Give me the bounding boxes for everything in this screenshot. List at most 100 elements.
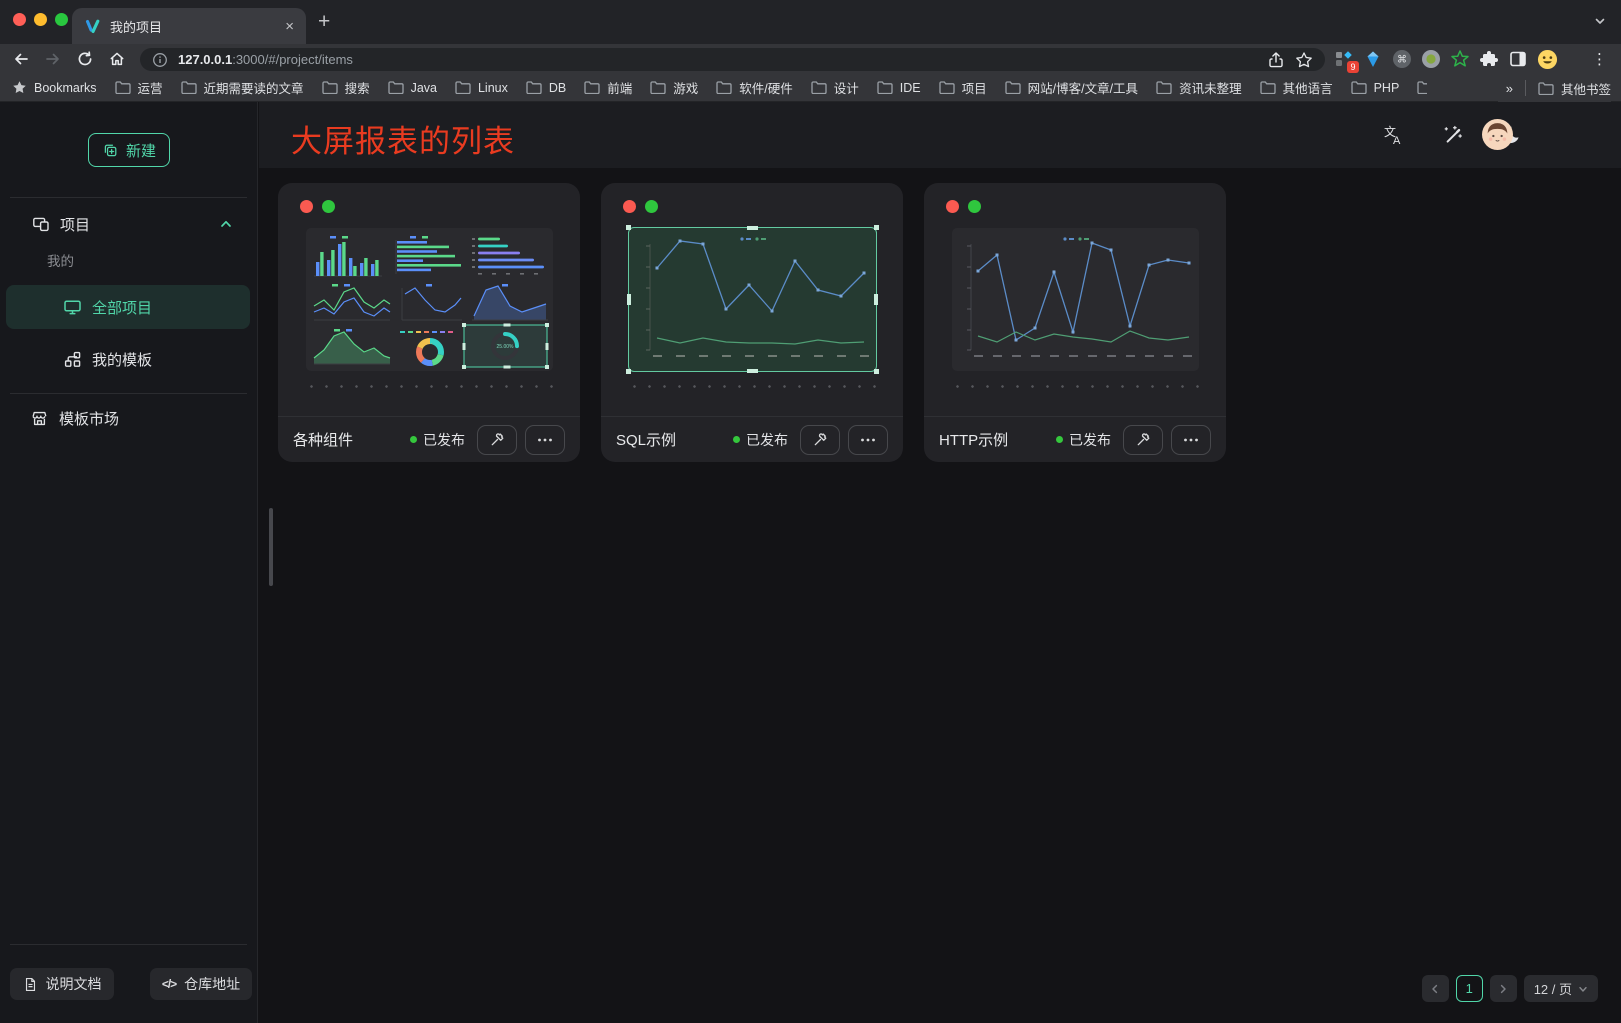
page-size-select[interactable]: 12 / 页 [1524, 975, 1598, 1002]
bookmark-folder[interactable]: 网站/博客/文章/工具 [1005, 78, 1138, 97]
address-bar[interactable]: 127.0.0.1:3000/#/project/items [140, 48, 1325, 71]
next-page-button[interactable] [1490, 975, 1517, 1002]
store-icon [30, 409, 49, 428]
extension-record-icon[interactable] [1421, 49, 1441, 69]
folder-icon [115, 81, 131, 94]
extension-command-icon[interactable]: ⌘ [1392, 49, 1412, 69]
new-tab-button[interactable]: + [318, 10, 330, 34]
bookmark-folder[interactable]: 运营 [115, 78, 163, 97]
bookmark-folder[interactable]: 搜索 [322, 78, 370, 97]
bookmark-folder[interactable]: IDE [877, 78, 921, 97]
bookmark-folder-label: DB [549, 81, 566, 95]
side-panel-icon[interactable] [1508, 49, 1528, 69]
project-card[interactable]: HTTP示例 已发布 [924, 183, 1226, 462]
folder-icon [181, 81, 197, 94]
status-label: 已发布 [423, 430, 465, 450]
project-thumbnail[interactable] [952, 228, 1199, 371]
more-actions-button[interactable] [525, 425, 565, 455]
bookmark-folder[interactable]: 软件/硬件 [716, 78, 792, 97]
scrollbar-thumb[interactable] [269, 508, 273, 586]
back-icon[interactable] [12, 50, 30, 68]
maximize-window-button[interactable] [55, 13, 68, 26]
selection-handle[interactable] [747, 226, 758, 230]
prev-page-button[interactable] [1422, 975, 1449, 1002]
project-card[interactable]: SQL示例 已发布 [601, 183, 903, 462]
bookmarks-root[interactable]: Bookmarks [12, 80, 97, 95]
dotted-separator [627, 385, 877, 388]
project-thumbnail[interactable]: 25.00% [306, 228, 553, 371]
bookmark-folder[interactable]: PHP [1351, 78, 1400, 97]
extension-gem-icon[interactable] [1363, 49, 1383, 69]
selection-handle[interactable] [626, 369, 631, 374]
selection-handle[interactable] [627, 294, 631, 305]
extension-green-star-icon[interactable] [1450, 49, 1470, 69]
current-page[interactable]: 1 [1456, 975, 1483, 1002]
bookmarks-overflow-icon[interactable]: » [1506, 81, 1513, 96]
selection-handle[interactable] [747, 369, 758, 373]
sidebar-divider [10, 393, 247, 394]
profile-emoji-avatar[interactable] [1537, 49, 1558, 70]
bookmark-folder[interactable]: DB [526, 78, 566, 97]
minimize-window-button[interactable] [34, 13, 47, 26]
bookmark-folder[interactable]: 项目 [939, 78, 987, 97]
edit-project-button[interactable] [1123, 425, 1163, 455]
bookmark-folder[interactable]: 游戏 [650, 78, 698, 97]
sidebar-section-project[interactable]: 项目 [0, 208, 257, 240]
browser-menu-icon[interactable]: ⋮ [1592, 44, 1608, 74]
bookmark-star-icon[interactable] [1295, 51, 1313, 69]
card-footer: 各种组件 已发布 [278, 416, 580, 462]
docs-button[interactable]: 说明文档 [10, 968, 114, 1000]
bookmark-folder[interactable]: 资讯未整理 [1156, 78, 1242, 97]
magic-wand-icon[interactable] [1441, 124, 1463, 146]
bookmark-folder[interactable]: 其他语言 [1260, 78, 1333, 97]
close-window-button[interactable] [13, 13, 26, 26]
sidebar-item-my-templates[interactable]: 我的模板 [6, 337, 250, 381]
bookmark-folder[interactable]: 前端 [584, 78, 632, 97]
sidebar-item-template-market[interactable]: 模板市场 [0, 402, 257, 434]
reload-icon[interactable] [76, 50, 94, 68]
selection-handle[interactable] [874, 369, 879, 374]
status-badge: 已发布 [733, 430, 788, 450]
translate-icon[interactable]: 文 A [1381, 123, 1405, 147]
red-dot [946, 200, 959, 213]
selection-handle[interactable] [874, 225, 879, 230]
bookmark-folder-label: 搜索 [345, 78, 370, 97]
extensions-puzzle-icon[interactable] [1479, 49, 1499, 69]
bookmark-folder[interactable]: 文件服务器 [1417, 78, 1427, 97]
hammer-icon [812, 431, 829, 448]
bookmark-folder[interactable]: Linux [455, 78, 508, 97]
user-avatar[interactable] [1482, 119, 1513, 150]
browser-tab[interactable]: 我的项目 × [72, 8, 306, 44]
chevron-up-icon[interactable] [219, 217, 233, 231]
url-text: 127.0.0.1:3000/#/project/items [178, 52, 353, 67]
home-icon[interactable] [108, 50, 126, 68]
edit-project-button[interactable] [800, 425, 840, 455]
bookmark-folder[interactable]: 设计 [811, 78, 859, 97]
status-dot [410, 436, 417, 443]
project-thumbnail[interactable] [629, 228, 876, 371]
other-bookmarks[interactable]: 其他书签 [1538, 79, 1611, 98]
tab-title: 我的项目 [110, 17, 276, 36]
site-info-icon[interactable] [152, 52, 168, 68]
forward-icon[interactable] [44, 50, 62, 68]
extension-grid-icon[interactable]: 9 [1334, 49, 1354, 69]
chevron-right-icon [1498, 984, 1508, 994]
bookmark-folder[interactable]: 近期需要读的文章 [181, 78, 304, 97]
selection-handle[interactable] [874, 294, 878, 305]
tab-search-chevron-icon[interactable] [1593, 14, 1607, 28]
bookmark-folder[interactable]: Java [388, 78, 437, 97]
more-actions-button[interactable] [1171, 425, 1211, 455]
document-icon [23, 977, 38, 992]
new-project-button[interactable]: 新建 [88, 133, 170, 167]
share-icon[interactable] [1267, 51, 1285, 69]
repo-button[interactable]: </> 仓库地址 [150, 968, 252, 1000]
more-actions-button[interactable] [848, 425, 888, 455]
bookmark-folder-label: 软件/硬件 [739, 78, 792, 97]
tab-close-icon[interactable]: × [285, 19, 294, 34]
hammer-icon [489, 431, 506, 448]
edit-project-button[interactable] [477, 425, 517, 455]
project-card[interactable]: 25.00% 各种组件 已发布 [278, 183, 580, 462]
selection-handle[interactable] [626, 225, 631, 230]
card-footer: SQL示例 已发布 [601, 416, 903, 462]
sidebar-item-all-projects[interactable]: 全部项目 [6, 285, 250, 329]
